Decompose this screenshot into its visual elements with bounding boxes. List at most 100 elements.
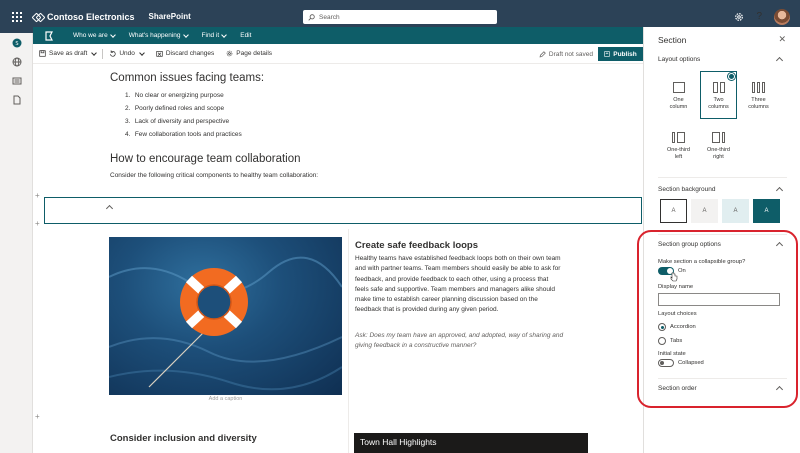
- hub-navigation: Who we are What's happening Find it Edit: [33, 27, 643, 44]
- hub-nav-label: Edit: [240, 32, 252, 39]
- layout-label: Two columns: [708, 97, 729, 110]
- layout-one-third-left[interactable]: One-third left: [660, 121, 697, 169]
- feedback-paragraph[interactable]: Healthy teams have established feedback …: [355, 254, 617, 316]
- gear-icon: [226, 50, 233, 57]
- lifebuoy-illustration: [109, 256, 342, 391]
- one-third-right-icon: [712, 132, 725, 143]
- one-column-icon: [672, 82, 685, 93]
- save-as-draft-label: Save as draft: [49, 50, 88, 57]
- inclusion-heading[interactable]: Consider inclusion and diversity: [110, 433, 257, 444]
- town-hall-title: Town Hall Highlights: [360, 437, 437, 447]
- page-details-label: Page details: [236, 50, 273, 57]
- sharepoint-home-icon[interactable]: S: [12, 38, 22, 48]
- page-details-button[interactable]: Page details: [220, 44, 278, 64]
- list-item: 1. No clear or energizing purpose: [125, 92, 224, 99]
- layout-label: Three columns: [748, 97, 769, 110]
- waffle-icon: [11, 11, 22, 22]
- chevron-up-icon[interactable]: [775, 56, 784, 65]
- hub-nav-find-it[interactable]: Find it: [201, 31, 228, 39]
- save-as-draft-button[interactable]: Save as draft: [33, 44, 102, 64]
- feedback-heading[interactable]: Create safe feedback loops: [355, 240, 478, 251]
- gear-icon[interactable]: [734, 12, 744, 22]
- chevron-down-icon: [109, 31, 116, 38]
- brand[interactable]: Contoso Electronics: [33, 12, 135, 22]
- highlight-annotation: [637, 230, 798, 408]
- image-caption[interactable]: Add a caption: [109, 396, 342, 402]
- background-swatch-neutral[interactable]: A: [691, 199, 718, 223]
- hub-nav-who-we-are[interactable]: Who we are: [73, 31, 116, 39]
- hub-nav-label: What's happening: [128, 32, 181, 39]
- heading-common-issues[interactable]: Common issues facing teams:: [110, 72, 264, 84]
- app-launcher-button[interactable]: [0, 0, 33, 33]
- page-canvas: Common issues facing teams: 1. No clear …: [33, 64, 643, 453]
- layout-label: One-third right: [707, 147, 730, 160]
- list-item: 3. Lack of diversity and perspective: [125, 118, 230, 125]
- layout-label: One-third left: [667, 147, 690, 160]
- chevron-up-icon[interactable]: [105, 204, 114, 213]
- search-placeholder: Search: [319, 13, 340, 21]
- undo-icon: [110, 50, 116, 57]
- globe-icon[interactable]: [12, 57, 22, 67]
- page-icon[interactable]: [12, 95, 22, 105]
- search-icon: [308, 13, 315, 21]
- app-name[interactable]: SharePoint: [149, 12, 191, 21]
- hub-nav-edit[interactable]: Edit: [240, 32, 251, 39]
- add-section-plus-icon[interactable]: +: [35, 412, 40, 421]
- section-background-heading: Section background: [658, 186, 716, 193]
- selected-section[interactable]: [44, 197, 642, 224]
- layout-two-columns[interactable]: Two columns: [700, 71, 737, 119]
- layout-three-columns[interactable]: Three columns: [740, 71, 777, 119]
- brand-name: Contoso Electronics: [47, 11, 135, 22]
- list-item: 2. Poorly defined roles and scope: [125, 105, 225, 112]
- town-hall-card[interactable]: Town Hall Highlights: [354, 433, 588, 453]
- ask-paragraph[interactable]: Ask: Does my team have an approved, and …: [355, 331, 617, 352]
- background-swatch-soft[interactable]: A: [722, 199, 749, 223]
- search-box[interactable]: Search: [303, 10, 497, 24]
- layout-one-third-right[interactable]: One-third right: [700, 121, 737, 169]
- hub-nav-label: Find it: [201, 32, 220, 39]
- hub-nav-label: Who we are: [73, 32, 108, 39]
- publish-label: Publish: [613, 50, 637, 58]
- layout-options-heading: Layout options: [658, 56, 701, 63]
- draft-status-text: Draft not saved: [548, 50, 593, 58]
- publish-button[interactable]: Publish: [598, 47, 643, 61]
- intro-text[interactable]: Consider the following critical componen…: [110, 172, 318, 179]
- discard-label: Discard changes: [165, 50, 215, 57]
- issues-list[interactable]: 1. No clear or energizing purpose 2. Poo…: [125, 89, 242, 141]
- list-item: 4. Few collaboration tools and practices: [125, 131, 242, 138]
- discard-changes-button[interactable]: Discard changes: [150, 44, 220, 64]
- left-rail: S: [0, 33, 33, 453]
- swatch-glyph: A: [764, 208, 769, 214]
- three-columns-icon: [752, 82, 765, 93]
- undo-label: Undo: [119, 50, 135, 57]
- heading-team-collaboration[interactable]: How to encourage team collaboration: [110, 153, 301, 165]
- panel-title: Section: [658, 35, 687, 45]
- add-section-plus-icon[interactable]: +: [35, 219, 40, 228]
- add-section-plus-icon[interactable]: +: [35, 191, 40, 200]
- chevron-up-icon[interactable]: [775, 186, 784, 195]
- swatch-glyph: A: [733, 208, 738, 214]
- background-swatch-none[interactable]: A: [660, 199, 687, 223]
- swatch-glyph: A: [702, 208, 707, 214]
- avatar[interactable]: [774, 8, 790, 25]
- chevron-down-icon: [182, 31, 189, 38]
- undo-button[interactable]: Undo: [103, 44, 150, 64]
- pencil-icon: [539, 50, 546, 57]
- swatch-glyph: A: [671, 208, 676, 214]
- help-icon[interactable]: ?: [756, 11, 762, 22]
- column-divider: [348, 229, 349, 453]
- publish-icon: [604, 51, 610, 57]
- divider: [658, 177, 787, 178]
- chevron-down-icon: [91, 49, 98, 56]
- lifebuoy-image[interactable]: [109, 237, 342, 395]
- two-columns-icon: [712, 82, 725, 93]
- hub-logo-icon[interactable]: [43, 30, 55, 42]
- layout-one-column[interactable]: One column: [660, 71, 697, 119]
- close-icon[interactable]: ✕: [778, 34, 786, 45]
- hub-nav-whats-happening[interactable]: What's happening: [128, 31, 189, 39]
- layout-label: One column: [669, 97, 688, 110]
- draft-status: Draft not saved: [539, 44, 593, 64]
- news-icon[interactable]: [12, 76, 22, 86]
- discard-icon: [156, 51, 163, 57]
- background-swatch-strong[interactable]: A: [753, 199, 780, 223]
